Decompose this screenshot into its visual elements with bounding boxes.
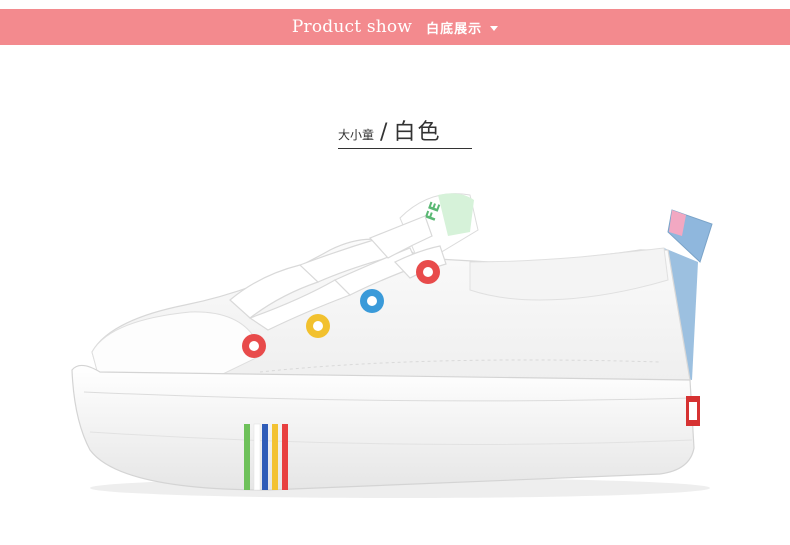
- shoe-sole: [71, 364, 695, 491]
- product-shoe-image: FE: [71, 193, 713, 498]
